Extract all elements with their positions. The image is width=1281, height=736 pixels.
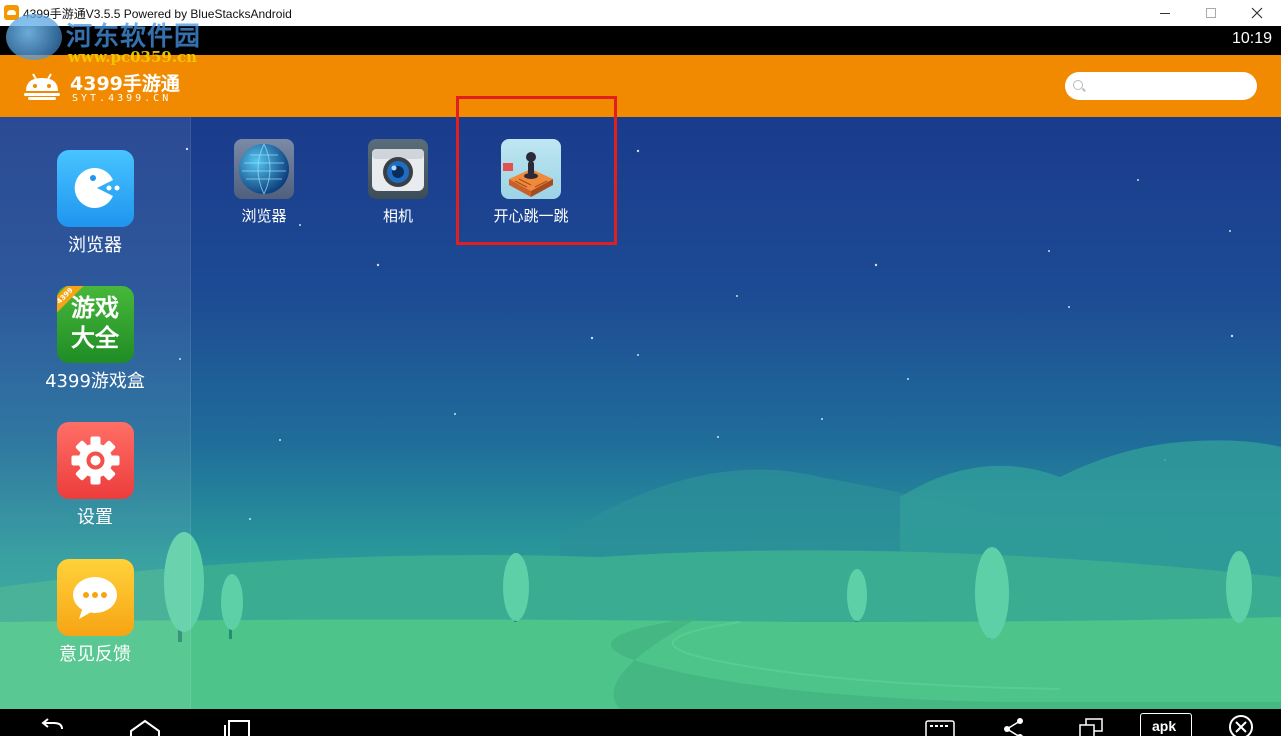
window-button[interactable]	[1078, 717, 1106, 736]
sidebar-item-settings[interactable]: 设置	[35, 422, 155, 529]
sidebar-item-label: 设置	[77, 507, 113, 528]
globe-icon	[234, 139, 294, 199]
keyboard-icon	[925, 720, 955, 736]
sidebar-item-label: 浏览器	[68, 235, 122, 256]
close-circle-icon	[1229, 715, 1253, 736]
sidebar-item-browser[interactable]: 浏览器	[35, 150, 155, 257]
watermark-logo-icon	[6, 14, 62, 60]
game-box-icon: 4399 游戏 大全	[56, 286, 134, 363]
search-box[interactable]	[1065, 72, 1257, 100]
apk-install-button[interactable]: apk	[1140, 713, 1192, 736]
apk-label: apk	[1152, 718, 1177, 734]
status-clock: 10:19	[1231, 30, 1272, 47]
search-icon	[1073, 80, 1083, 90]
android-robot-icon	[24, 73, 60, 100]
app-label: 浏览器	[241, 207, 287, 225]
watermark-url: www.pc0359.cn	[68, 48, 198, 66]
recents-icon	[224, 720, 250, 736]
share-button[interactable]	[1002, 717, 1026, 736]
highlight-annotation	[456, 96, 617, 245]
game-box-tile-text-top: 游戏	[71, 294, 119, 322]
brand-domain: SYT.4399.CN	[72, 93, 172, 104]
home-button[interactable]	[129, 717, 161, 736]
gear-icon	[56, 422, 134, 499]
share-icon	[1004, 718, 1023, 736]
app-camera[interactable]: 相机	[338, 139, 458, 226]
apk-icon: apk	[1140, 713, 1192, 736]
minimize-icon	[1160, 12, 1170, 14]
sidebar-item-feedback[interactable]: 意见反馈	[35, 559, 155, 666]
chat-bubble-icon	[56, 559, 134, 636]
wallpaper-landscape	[0, 147, 1281, 709]
keyboard-button[interactable]	[924, 717, 956, 736]
maximize-button[interactable]	[1188, 0, 1234, 26]
sidebar-item-label: 4399游戏盒	[45, 371, 145, 392]
navigation-bar: apk	[0, 709, 1281, 736]
back-button[interactable]	[38, 717, 68, 736]
brand-name: 4399手游通	[70, 73, 180, 95]
home-desktop: 浏览器 4399 游戏 大全 4399游戏盒 设置 意见反馈 浏览器 相机 开心…	[0, 117, 1281, 709]
pacman-icon	[56, 150, 134, 227]
close-app-button[interactable]	[1228, 714, 1254, 736]
sidebar-item-label: 意见反馈	[59, 644, 131, 665]
close-icon	[1251, 7, 1263, 19]
sidebar-item-gamebox[interactable]: 4399 游戏 大全 4399游戏盒	[35, 286, 155, 393]
recents-button[interactable]	[223, 717, 253, 736]
minimize-button[interactable]	[1142, 0, 1188, 26]
app-label: 相机	[382, 207, 413, 225]
search-input[interactable]	[1089, 75, 1249, 97]
home-icon	[130, 719, 160, 736]
game-box-tile-text-bottom: 大全	[71, 324, 119, 352]
app-browser[interactable]: 浏览器	[204, 139, 324, 226]
camera-icon	[368, 139, 428, 199]
back-icon	[41, 718, 63, 730]
window-icon	[1079, 718, 1103, 736]
close-window-button[interactable]	[1234, 0, 1280, 26]
maximize-icon	[1206, 8, 1216, 18]
